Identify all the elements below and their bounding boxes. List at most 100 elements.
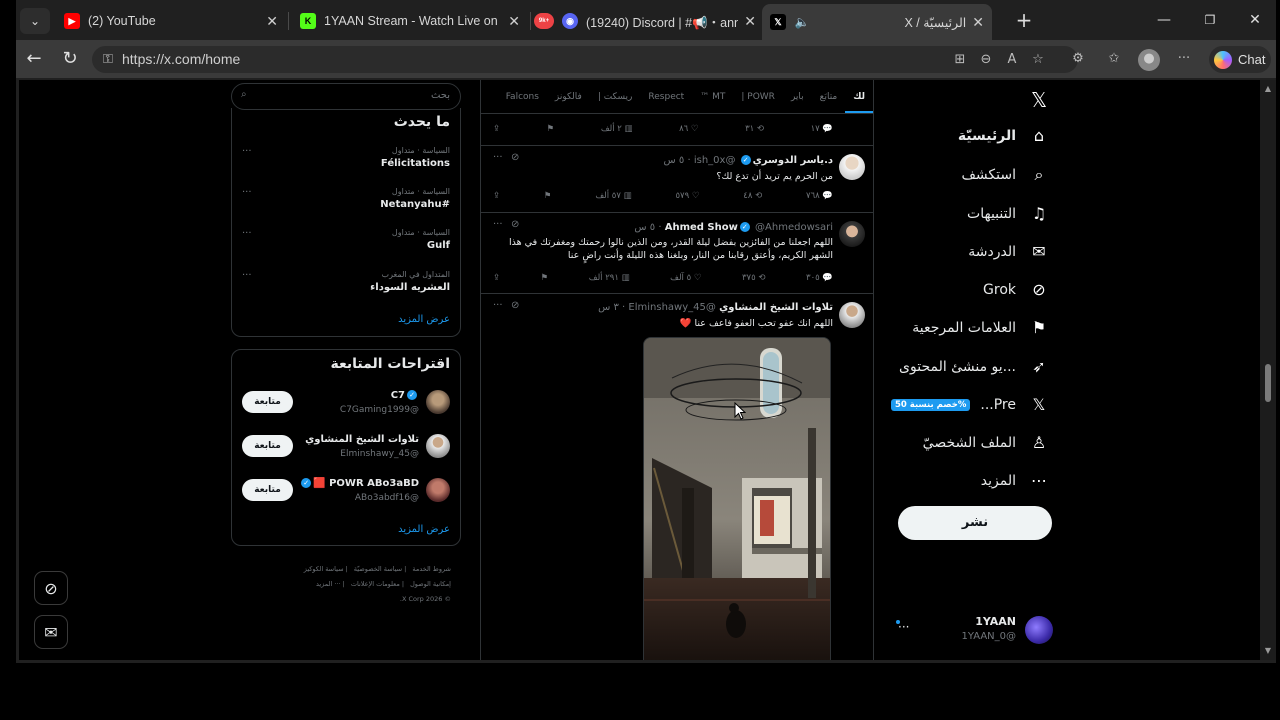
tweet[interactable]: د.ياسر الدوسري✓ @ish_0x · ٥ س ··· ⊘ من ا… [481,146,873,213]
repost-button[interactable]: ⟲ ٣١ [745,124,764,138]
bookmark-icon[interactable]: ⚑ [544,191,552,205]
scroll-down-arrow-icon[interactable]: ▼ [1263,646,1273,655]
share-icon[interactable]: ⇪ [493,273,500,287]
reply-button[interactable]: 💬 ١٧ [811,124,833,138]
back-button[interactable]: ← [22,48,46,70]
favorites-icon[interactable]: ✩ [1104,49,1124,69]
tweet-time[interactable]: ٣ س [598,302,619,313]
refresh-button[interactable]: ↻ [58,48,82,70]
post-button[interactable]: نشر [898,506,1052,540]
views-button[interactable]: ▥ ٥٧ ألف [595,191,631,205]
tweet[interactable]: تلاوات الشيخ المنشاوي @Elminshawy_45 · ٣… [481,294,873,660]
more-icon[interactable]: ··· [898,620,909,634]
more-options-icon[interactable]: ··· [493,219,503,230]
nav-notifications[interactable]: ♫ التنبيهات [967,197,1056,231]
footer-link[interactable]: ··· المزيد [316,580,341,588]
trend-item[interactable]: السياسة · متداول Félicitations ··· [242,146,450,169]
speaker-icon[interactable]: 🔈 [794,14,810,30]
close-tab-icon[interactable]: ✕ [972,14,984,31]
views-button[interactable]: ▥ ٢ ألف [601,124,633,138]
tab-list[interactable]: ريسكت | [590,80,641,113]
tab-list[interactable]: باير [783,80,812,113]
follow-suggestion[interactable]: POWR ABo3aBD 🟥✓ @ABo3abdf16 متابعة [242,475,450,509]
tab-youtube[interactable]: ▶ (2) YouTube ✕ [56,6,286,36]
author-handle[interactable]: @Ahmedowsari [755,222,833,233]
grok-icon[interactable]: ⊘ [511,152,519,163]
search-input[interactable]: بحث ⌕ [231,83,461,110]
grok-icon[interactable]: ⊘ [511,300,519,311]
tweet-time[interactable]: ٥ س [664,155,685,166]
nav-profile[interactable]: ♙ الملف الشخصيّ [923,426,1056,460]
app-available-icon[interactable]: ⊞ [950,50,970,70]
scroll-up-arrow-icon[interactable]: ▲ [1263,84,1273,93]
close-tab-icon[interactable]: ✕ [744,13,756,30]
nav-premium[interactable]: 𝕏 Pre... %خصم بنسبة 50 [890,388,1056,422]
messages-floating-button[interactable]: ✉ [34,615,68,649]
close-window-button[interactable]: ✕ [1240,8,1270,32]
footer-link[interactable]: سياسة الخصوصيّة [354,565,402,573]
grok-floating-button[interactable]: ⊘ [34,571,68,605]
new-tab-button[interactable]: + [1011,8,1037,34]
tab-discord[interactable]: 9k+ ◉ (19240) Discord | #📢・announ ✕ [526,6,764,36]
url-text[interactable]: https://x.com/home [122,51,240,67]
settings-more-icon[interactable]: ··· [1174,49,1194,69]
more-options-icon[interactable]: ··· [242,228,252,239]
nav-more[interactable]: ⋯ المزيد [981,464,1056,498]
more-options-icon[interactable]: ··· [242,270,252,281]
tab-list[interactable]: POWR | [733,80,783,113]
avatar[interactable] [839,302,865,328]
trend-item[interactable]: المتداول في المغرب العشريه السوداء ··· [242,270,450,293]
reply-button[interactable]: 💬 ٣٠٥ [806,273,833,287]
who-show-more-link[interactable]: عرض المزيد [398,524,450,535]
account-switcher[interactable]: 1YAAN @1YAAN_0 ··· [886,612,1056,648]
avatar[interactable] [426,434,450,458]
follow-button[interactable]: متابعة [242,391,293,413]
tweet-media-image[interactable] [643,337,831,660]
close-tab-icon[interactable]: ✕ [266,13,278,30]
nav-messages[interactable]: ✉ الدردشة [968,235,1056,269]
tab-list[interactable]: MT ™ [692,80,733,113]
favorite-star-icon[interactable]: ☆ [1028,50,1048,70]
x-logo-icon[interactable]: 𝕏 [1022,85,1056,115]
nav-grok[interactable]: ⊘ Grok [983,273,1056,307]
tab-actions-menu-button[interactable]: ⌄ [20,8,50,34]
trends-show-more-link[interactable]: عرض المزيد [398,314,450,325]
tab-for-you[interactable]: لك [845,80,873,113]
profile-avatar-icon[interactable]: ● [1138,49,1160,71]
avatar[interactable] [839,154,865,180]
close-tab-icon[interactable]: ✕ [508,13,520,30]
tab-x-home[interactable]: 𝕏 🔈 X / الرئيسيّة ✕ [762,4,992,40]
read-aloud-icon[interactable]: A [1002,50,1022,70]
restore-button[interactable]: ❐ [1195,8,1225,32]
author-handle[interactable]: @Elminshawy_45 [628,302,715,313]
bookmark-icon[interactable]: ⚑ [541,273,549,287]
page-scrollbar[interactable]: ▲ ▼ [1260,80,1276,660]
author-name[interactable]: د.ياسر الدوسري [753,155,833,166]
minimize-button[interactable]: — [1149,8,1179,32]
more-options-icon[interactable]: ··· [493,300,503,311]
tweet[interactable]: Ahmed Show ✓ @Ahmedowsari · ٥ س ··· ⊘ الل… [481,213,873,294]
scrollbar-thumb[interactable] [1265,364,1271,402]
tab-kick[interactable]: K 1YAAN Stream - Watch Live on Kick ✕ [292,6,528,36]
tweet-time[interactable]: ٥ س [634,222,655,233]
author-name[interactable]: Ahmed Show [665,222,738,233]
trend-item[interactable]: السياسة · متداول Gulf ··· [242,228,450,251]
like-button[interactable]: ♡ ٥٧٩ [675,191,699,205]
avatar[interactable] [839,221,865,247]
like-button[interactable]: ♡ ٥ آلف [670,273,701,287]
copilot-chat-button[interactable]: Chat [1209,46,1271,73]
like-button[interactable]: ♡ ٨٦ [679,124,698,138]
site-info-icon[interactable]: ⚿ [98,50,118,70]
share-icon[interactable]: ⇪ [493,191,500,205]
avatar[interactable] [426,390,450,414]
more-options-icon[interactable]: ··· [242,146,252,157]
footer-link[interactable]: معلومات الإعلانات [351,580,400,588]
extensions-icon[interactable]: ⚙ [1068,49,1088,69]
avatar[interactable] [426,478,450,502]
author-handle[interactable]: @ish_0x [694,155,736,166]
trend-item[interactable]: السياسة · متداول #Netanyahu ··· [242,187,450,210]
footer-link[interactable]: إمكانية الوصول [410,580,451,588]
footer-link[interactable]: سياسة الكوكيز [304,565,344,573]
nav-explore[interactable]: ⌕ استكشف [961,158,1056,192]
tab-list[interactable]: Falcons [498,80,547,113]
